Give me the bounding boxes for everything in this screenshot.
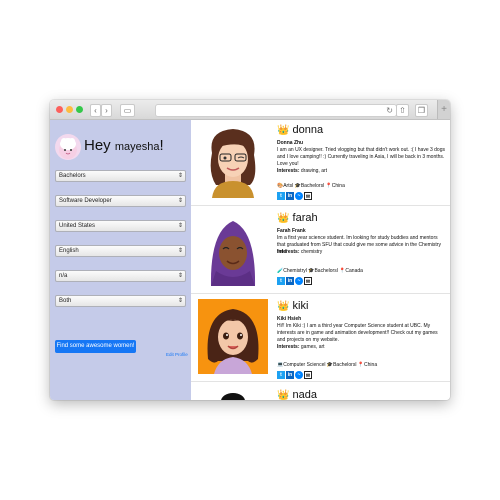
profile-name-text: kiki: [292, 300, 309, 312]
profile-card: 👑 nada: [191, 386, 450, 400]
email-icon[interactable]: ✉: [304, 371, 312, 379]
browser-window: ‹ › ▭ ↻ ⇧ ❐ + Hey mayesha! Bachelors ⇕ S…: [50, 100, 450, 400]
social-links: t in ~ ✉: [277, 371, 313, 379]
profile-full-name: Farah Frank: [277, 228, 306, 234]
forward-icon[interactable]: ›: [101, 104, 112, 117]
linkedin-icon[interactable]: in: [286, 371, 294, 379]
profile-name: 👑 kiki: [277, 300, 308, 312]
profile-card: 👑 kiki Kiki Hsieh Hi!! Im Kiki :) I am a…: [191, 296, 450, 382]
profile-photo: [198, 389, 268, 400]
username: mayesha: [114, 141, 160, 153]
back-icon[interactable]: ‹: [90, 104, 101, 117]
profile-photo: [198, 299, 268, 374]
profile-card: 👑 farah Farah Frank Im a first year scie…: [191, 208, 450, 294]
avatar: [55, 134, 81, 160]
education-select[interactable]: Bachelors ⇕: [55, 170, 186, 182]
country-select[interactable]: United States ⇕: [55, 220, 186, 232]
find-women-button[interactable]: Find some awesome women!: [55, 340, 136, 353]
profile-interests: Interests: games, art: [277, 344, 325, 350]
occupation-select-value: Software Developer: [59, 198, 112, 204]
address-bar[interactable]: ↻: [155, 104, 397, 117]
select-arrows-icon: ⇕: [177, 298, 183, 304]
role-select[interactable]: Both ⇕: [55, 295, 186, 307]
country-select-value: United States: [59, 223, 96, 229]
select-arrows-icon: ⇕: [177, 223, 183, 229]
social-links: t in ~ ✉: [277, 192, 313, 200]
interest-select-value: n/a: [59, 273, 68, 279]
profile-name: 👑 farah: [277, 212, 318, 224]
social-links: t in ~ ✉: [277, 277, 313, 285]
greeting-heading: Hey mayesha!: [84, 137, 164, 154]
twitter-icon[interactable]: t: [277, 371, 285, 379]
profile-name: 👑 nada: [277, 389, 317, 400]
greeting-text: Hey: [84, 137, 111, 154]
email-icon[interactable]: ✉: [304, 192, 312, 200]
profile-photo: [198, 211, 268, 286]
education-select-value: Bachelors: [59, 173, 86, 179]
profile-name: 👑 donna: [277, 124, 323, 136]
language-select[interactable]: English ⇕: [55, 245, 186, 257]
profile-photo: [198, 123, 268, 198]
greeting-exclaim: !: [159, 137, 164, 154]
profile-full-name: Donna Zhu: [277, 140, 304, 146]
profile-name-text: farah: [292, 212, 318, 224]
profile-full-name: Kiki Hsieh: [277, 316, 302, 322]
profile-interests: Interests: drawing, art: [277, 168, 327, 174]
crown-icon: 👑: [277, 125, 290, 136]
linkedin-icon[interactable]: in: [286, 192, 294, 200]
crown-icon: 👑: [277, 213, 290, 224]
tabs-icon[interactable]: ❐: [415, 104, 428, 117]
new-tab-icon[interactable]: +: [437, 100, 450, 119]
profile-name-text: donna: [292, 124, 324, 136]
messenger-icon[interactable]: ~: [295, 277, 303, 285]
role-select-value: Both: [59, 298, 72, 304]
edit-profile-link[interactable]: Edit Profile: [166, 352, 188, 357]
interests-label: Interests:: [277, 168, 300, 174]
profile-name-text: nada: [292, 389, 317, 400]
twitter-icon[interactable]: t: [277, 277, 285, 285]
reload-icon[interactable]: ↻: [386, 105, 393, 116]
messenger-icon[interactable]: ~: [295, 192, 303, 200]
interests-label: Interests:: [277, 344, 300, 350]
twitter-icon[interactable]: t: [277, 192, 285, 200]
filter-sidebar: Hey mayesha! Bachelors ⇕ Software Develo…: [50, 120, 191, 400]
interests-value: games, art: [300, 344, 325, 350]
occupation-select[interactable]: Software Developer ⇕: [55, 195, 186, 207]
profile-tags: 🧪Chemistryl 🎓Bachelorsl 📍Canada: [277, 268, 363, 274]
sidebar-toggle-icon[interactable]: ▭: [120, 104, 135, 117]
profile-tags: 🎨Artsl 🎓Bachelorsl 📍China: [277, 183, 345, 189]
maximize-window-button[interactable]: [76, 106, 83, 113]
interests-label: Interests:: [277, 249, 300, 255]
select-arrows-icon: ⇕: [177, 273, 183, 279]
close-window-button[interactable]: [56, 106, 63, 113]
profile-tags: 💻Computer Sciencel 🎓Bachelorsl 📍China: [277, 362, 378, 368]
profile-interests: Interests: chemistry: [277, 249, 322, 255]
interests-value: chemistry: [300, 249, 323, 255]
crown-icon: 👑: [277, 301, 290, 312]
profile-bio: Hi!! Im Kiki :) I am a third year Comput…: [277, 323, 438, 343]
profile-list: 👑 donna Donna Zhu I am an UX designer. T…: [191, 120, 450, 400]
crown-icon: 👑: [277, 390, 290, 400]
language-select-value: English: [59, 248, 79, 254]
share-icon[interactable]: ⇧: [396, 104, 409, 117]
browser-toolbar: ‹ › ▭ ↻ ⇧ ❐ +: [50, 100, 450, 120]
email-icon[interactable]: ✉: [304, 277, 312, 285]
profile-card: 👑 donna Donna Zhu I am an UX designer. T…: [191, 120, 450, 206]
profile-bio: I am an UX designer. Tried vlogging but …: [277, 147, 445, 167]
select-arrows-icon: ⇕: [177, 198, 183, 204]
select-arrows-icon: ⇕: [177, 173, 183, 179]
interests-value: drawing, art: [300, 168, 328, 174]
minimize-window-button[interactable]: [66, 106, 73, 113]
linkedin-icon[interactable]: in: [286, 277, 294, 285]
interest-select[interactable]: n/a ⇕: [55, 270, 186, 282]
select-arrows-icon: ⇕: [177, 248, 183, 254]
messenger-icon[interactable]: ~: [295, 371, 303, 379]
